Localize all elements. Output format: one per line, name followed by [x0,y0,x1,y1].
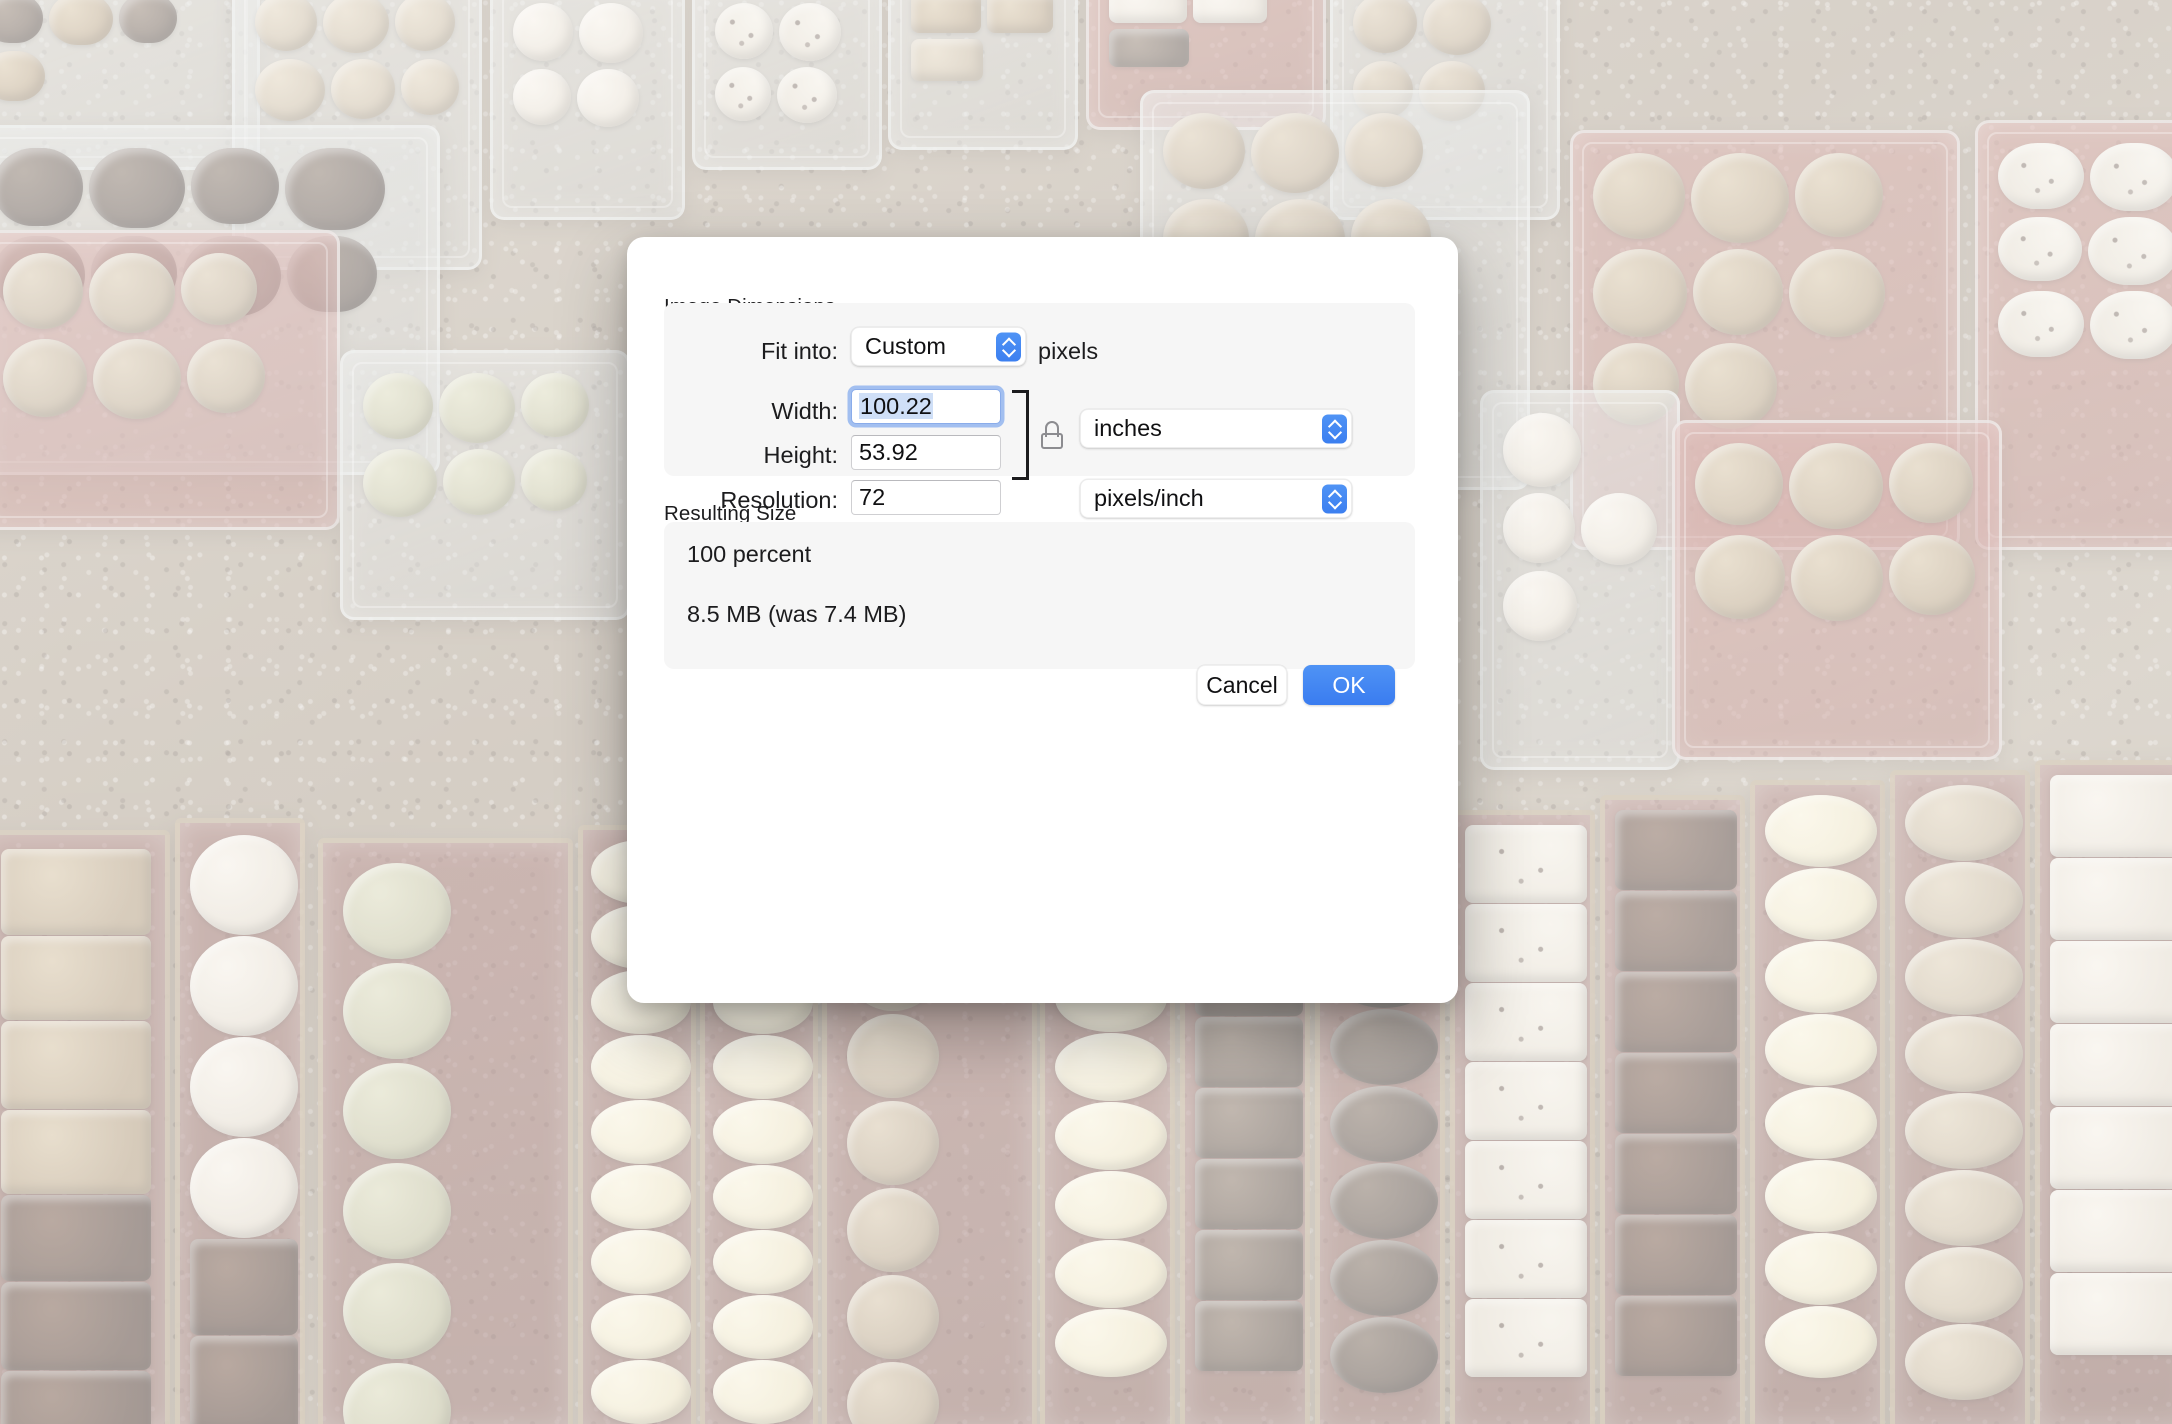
resolution-input[interactable]: 72 [851,480,1001,515]
tray-pecan-bars [1600,795,1745,1424]
resolution-units-value: pixels/inch [1094,485,1204,511]
resulting-size-filesize: 8.5 MB (was 7.4 MB) [687,601,907,627]
tray-almond-rings [175,818,305,1424]
lock-closed-icon[interactable] [1041,421,1063,449]
tray-pistachio-glazed [318,838,573,1424]
width-label: Width: [771,398,838,424]
tray-lemon-rounds [1750,780,1885,1424]
container-crinkle-cookies [490,0,685,220]
image-size-dialog: Image Dimensions Fit into: Custom pixels… [627,237,1458,1003]
container-oat-right-mid [1672,420,2002,760]
fit-into-value: Custom [865,333,946,359]
height-input[interactable]: 53.92 [851,435,1001,470]
size-units-select[interactable]: inches [1080,409,1352,448]
chevron-down-icon [1329,430,1341,437]
height-label: Height: [763,442,838,468]
chevron-down-icon [1329,500,1341,507]
width-input-value: 100.22 [859,393,933,419]
fit-into-label: Fit into: [760,338,838,364]
container-sesame-cookies [0,230,340,530]
tray-jam-strips-far-right [2035,760,2172,1424]
container-powdered-cookies [1480,390,1680,770]
resolution-units-stepper-icon[interactable] [1322,484,1347,513]
resolution-input-value: 72 [859,484,886,510]
tray-zebra-cookies [1450,810,1595,1424]
size-units-value: inches [1094,415,1162,441]
cancel-button[interactable]: Cancel [1197,665,1287,705]
width-input-value-wrap: 100.22 [852,393,933,420]
fit-into-select[interactable]: Custom [851,327,1026,366]
tray-crinkle-bottom-right [1890,770,2030,1424]
container-poppy-dipped [1975,120,2172,550]
container-pistachio-cookies [340,350,630,620]
container-bar-cookies [888,0,1078,150]
height-input-value: 53.92 [859,439,918,465]
tray-brownies-left [0,830,170,1424]
aspect-link-bracket [1012,390,1029,480]
width-input[interactable]: 100.22 [851,389,1001,424]
fit-into-stepper-icon[interactable] [996,332,1021,361]
ok-button[interactable]: OK [1303,665,1395,705]
size-units-stepper-icon[interactable] [1322,414,1347,443]
resulting-size-percent: 100 percent [687,541,812,567]
container-speckled-cookies [692,0,882,170]
resolution-units-select[interactable]: pixels/inch [1080,479,1352,518]
fit-into-unit-label: pixels [1038,338,1099,364]
chevron-down-icon [1003,348,1015,355]
